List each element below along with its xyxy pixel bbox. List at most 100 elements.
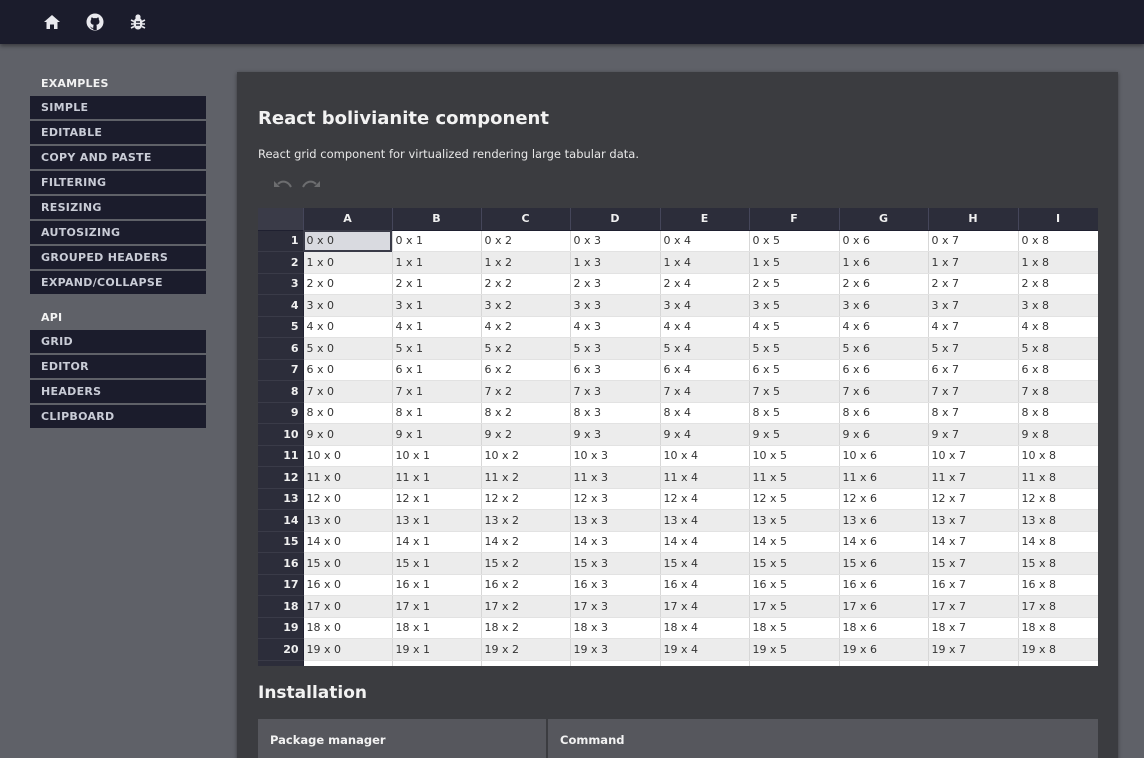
grid-row-header[interactable]: 14 (258, 509, 304, 532)
grid-cell[interactable]: 6 x 1 (392, 359, 482, 381)
bug-icon[interactable] (127, 11, 149, 33)
grid-cell[interactable]: 1 x 8 (1018, 251, 1098, 274)
grid-cell[interactable]: 0 x 8 (1018, 230, 1098, 252)
grid-cell[interactable]: 12 x 2 (481, 488, 571, 510)
grid-cell[interactable]: 14 x 3 (570, 531, 661, 553)
grid-cell[interactable]: 5 x 0 (303, 337, 393, 360)
grid-cell[interactable]: 18 x 1 (392, 617, 482, 639)
grid-column-header[interactable]: C (481, 208, 571, 231)
grid-cell[interactable]: 7 x 1 (392, 380, 482, 403)
grid-cell[interactable]: 13 x 7 (928, 509, 1019, 532)
grid-cell[interactable]: 17 x 1 (392, 595, 482, 618)
grid-cell[interactable]: 6 x 8 (1018, 359, 1098, 381)
sidebar-item-copy-and-paste[interactable]: COPY AND PASTE (30, 146, 206, 169)
grid-cell[interactable]: 10 x 1 (392, 445, 482, 467)
grid-cell[interactable]: 5 x 6 (839, 337, 929, 360)
grid-cell[interactable]: 5 x 2 (481, 337, 571, 360)
grid-column-header[interactable]: G (839, 208, 929, 231)
grid-cell[interactable]: 8 x 1 (392, 402, 482, 424)
grid-cell[interactable]: 1 x 7 (928, 251, 1019, 274)
grid-cell[interactable]: 8 x 3 (570, 402, 661, 424)
grid-cell[interactable]: 8 x 7 (928, 402, 1019, 424)
grid-cell[interactable]: 8 x 0 (303, 402, 393, 424)
grid-row-header[interactable]: 15 (258, 531, 304, 553)
grid-cell[interactable]: 15 x 4 (660, 552, 750, 575)
grid-cell[interactable]: 14 x 1 (392, 531, 482, 553)
grid-cell[interactable]: 12 x 8 (1018, 488, 1098, 510)
grid-cell[interactable]: 12 x 6 (839, 488, 929, 510)
grid-cell[interactable]: 4 x 0 (303, 316, 393, 338)
grid-cell[interactable]: 3 x 8 (1018, 294, 1098, 317)
grid-cell[interactable]: 19 x 2 (481, 638, 571, 661)
grid-row-header[interactable]: 16 (258, 552, 304, 575)
grid-cell[interactable]: 17 x 2 (481, 595, 571, 618)
grid-cell[interactable]: 20 x 5 (749, 660, 840, 666)
grid-cell[interactable]: 15 x 5 (749, 552, 840, 575)
grid-cell[interactable]: 11 x 6 (839, 466, 929, 489)
grid-cell[interactable]: 9 x 7 (928, 423, 1019, 446)
grid-cell[interactable]: 6 x 4 (660, 359, 750, 381)
grid-cell[interactable]: 14 x 8 (1018, 531, 1098, 553)
grid-cell[interactable]: 14 x 6 (839, 531, 929, 553)
grid-corner-cell[interactable] (258, 208, 304, 231)
grid-cell[interactable]: 6 x 6 (839, 359, 929, 381)
grid-cell[interactable]: 10 x 5 (749, 445, 840, 467)
grid-cell[interactable]: 14 x 5 (749, 531, 840, 553)
grid-cell[interactable]: 15 x 8 (1018, 552, 1098, 575)
grid-cell[interactable]: 18 x 6 (839, 617, 929, 639)
undo-icon[interactable] (273, 178, 293, 198)
grid-cell[interactable]: 0 x 7 (928, 230, 1019, 252)
grid-cell[interactable]: 16 x 8 (1018, 574, 1098, 596)
grid-cell[interactable]: 7 x 4 (660, 380, 750, 403)
grid-cell[interactable]: 19 x 5 (749, 638, 840, 661)
grid-cell[interactable]: 4 x 3 (570, 316, 661, 338)
grid-cell[interactable]: 3 x 0 (303, 294, 393, 317)
grid-cell[interactable]: 17 x 3 (570, 595, 661, 618)
grid-cell[interactable]: 7 x 3 (570, 380, 661, 403)
grid-cell[interactable]: 15 x 6 (839, 552, 929, 575)
grid-cell[interactable]: 19 x 0 (303, 638, 393, 661)
grid-cell[interactable]: 1 x 5 (749, 251, 840, 274)
grid-cell[interactable]: 1 x 0 (303, 251, 393, 274)
sidebar-item-headers[interactable]: HEADERS (30, 380, 206, 403)
grid-cell[interactable]: 14 x 0 (303, 531, 393, 553)
grid-cell[interactable]: 0 x 4 (660, 230, 750, 252)
grid-cell[interactable]: 3 x 7 (928, 294, 1019, 317)
grid-cell[interactable]: 1 x 4 (660, 251, 750, 274)
grid-cell[interactable]: 2 x 0 (303, 273, 393, 295)
grid-cell[interactable]: 5 x 7 (928, 337, 1019, 360)
sidebar-item-grid[interactable]: GRID (30, 330, 206, 353)
grid-cell[interactable]: 6 x 0 (303, 359, 393, 381)
grid-cell[interactable]: 20 x 7 (928, 660, 1019, 666)
grid-row-header[interactable]: 5 (258, 316, 304, 338)
grid-row-header[interactable]: 12 (258, 466, 304, 489)
grid-cell[interactable]: 20 x 8 (1018, 660, 1098, 666)
grid-cell[interactable]: 5 x 8 (1018, 337, 1098, 360)
grid-row-header[interactable]: 6 (258, 337, 304, 360)
grid-cell[interactable]: 6 x 5 (749, 359, 840, 381)
grid-cell[interactable]: 2 x 8 (1018, 273, 1098, 295)
grid-row-header[interactable]: 17 (258, 574, 304, 596)
grid-cell[interactable]: 9 x 4 (660, 423, 750, 446)
grid-cell[interactable]: 2 x 4 (660, 273, 750, 295)
grid-cell[interactable]: 8 x 2 (481, 402, 571, 424)
grid-cell[interactable]: 18 x 7 (928, 617, 1019, 639)
grid-cell[interactable]: 4 x 4 (660, 316, 750, 338)
grid-cell[interactable]: 19 x 8 (1018, 638, 1098, 661)
grid-cell[interactable]: 18 x 5 (749, 617, 840, 639)
grid-cell[interactable]: 10 x 8 (1018, 445, 1098, 467)
grid-cell[interactable]: 20 x 4 (660, 660, 750, 666)
grid-cell[interactable]: 11 x 3 (570, 466, 661, 489)
grid-cell[interactable]: 16 x 5 (749, 574, 840, 596)
grid-cell[interactable]: 13 x 3 (570, 509, 661, 532)
grid-cell[interactable]: 3 x 6 (839, 294, 929, 317)
sidebar-item-simple[interactable]: SIMPLE (30, 96, 206, 119)
grid-cell[interactable]: 6 x 2 (481, 359, 571, 381)
grid-cell[interactable]: 11 x 5 (749, 466, 840, 489)
home-icon[interactable] (41, 11, 63, 33)
grid-cell[interactable]: 7 x 8 (1018, 380, 1098, 403)
grid-cell[interactable]: 18 x 0 (303, 617, 393, 639)
grid-cell[interactable]: 0 x 5 (749, 230, 840, 252)
sidebar-item-filtering[interactable]: FILTERING (30, 171, 206, 194)
grid-cell[interactable]: 6 x 3 (570, 359, 661, 381)
